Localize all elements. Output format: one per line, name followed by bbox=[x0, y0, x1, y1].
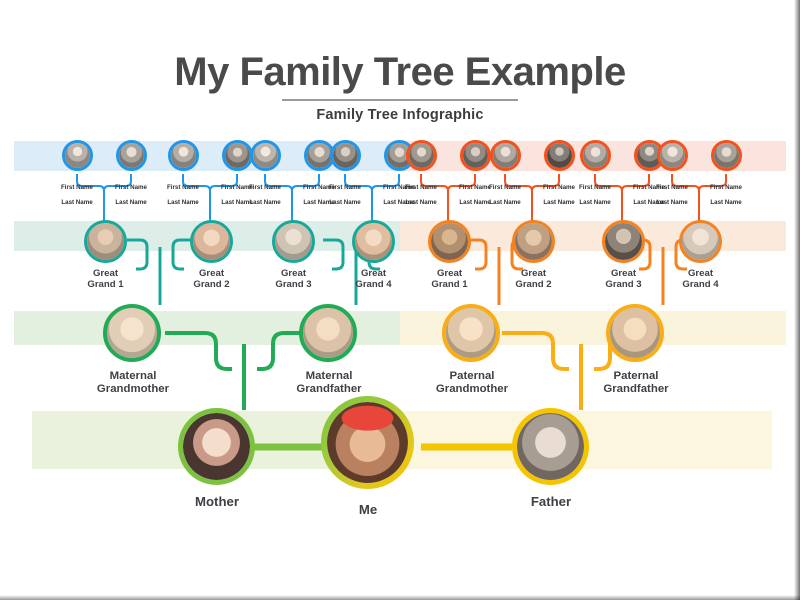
portrait-photo bbox=[547, 143, 572, 168]
avatar bbox=[606, 304, 664, 362]
portrait-photo bbox=[493, 143, 518, 168]
person-label: Great Grand 3 bbox=[275, 268, 312, 291]
portrait-photo bbox=[605, 223, 642, 260]
person-name: First Name Last Name bbox=[710, 183, 742, 207]
portrait-photo bbox=[409, 143, 434, 168]
avatar bbox=[168, 140, 199, 171]
person-label: Great Grand 1 bbox=[431, 268, 468, 291]
person-name: First Name Last Name bbox=[329, 183, 361, 207]
person-label: Mother bbox=[195, 494, 239, 509]
avatar bbox=[406, 140, 437, 171]
portrait-photo bbox=[275, 223, 312, 260]
avatar bbox=[602, 220, 645, 263]
portrait-photo bbox=[253, 143, 278, 168]
avatar bbox=[711, 140, 742, 171]
slide-canvas: My Family Tree Example Family Tree Infog… bbox=[0, 0, 800, 600]
avatar bbox=[62, 140, 93, 171]
person-label: Great Grand 4 bbox=[682, 268, 719, 291]
avatar bbox=[657, 140, 688, 171]
person-label: Father bbox=[530, 494, 572, 509]
person-name: First Name Last Name bbox=[656, 183, 688, 207]
person-label: Paternal Grandfather bbox=[603, 370, 669, 396]
person-label: Great Grand 1 bbox=[87, 268, 124, 291]
page-subtitle: Family Tree Infographic bbox=[316, 107, 484, 123]
title-underline bbox=[282, 99, 518, 101]
portrait-photo bbox=[660, 143, 685, 168]
avatar bbox=[512, 220, 555, 263]
person-name: First Name Last Name bbox=[115, 183, 147, 207]
avatar bbox=[428, 220, 471, 263]
person-name: First Name Last Name bbox=[579, 183, 611, 207]
slide-edge-shadow-bottom bbox=[0, 595, 800, 600]
portrait-photo bbox=[463, 143, 488, 168]
avatar bbox=[190, 220, 233, 263]
portrait-photo bbox=[517, 413, 584, 480]
portrait-photo bbox=[515, 223, 552, 260]
person-name: First Name Last Name bbox=[61, 183, 93, 207]
portrait-photo bbox=[183, 413, 250, 480]
portrait-photo bbox=[65, 143, 90, 168]
person-label: Maternal Grandfather bbox=[296, 370, 362, 396]
portrait-photo bbox=[307, 143, 332, 168]
avatar bbox=[460, 140, 491, 171]
person-name: First Name Last Name bbox=[167, 183, 199, 207]
avatar bbox=[116, 140, 147, 171]
portrait-photo bbox=[107, 308, 157, 358]
person-label: Great Grand 2 bbox=[193, 268, 230, 291]
avatar bbox=[679, 220, 722, 263]
person-label: Maternal Grandmother bbox=[96, 370, 170, 396]
title-block: My Family Tree Example Family Tree Infog… bbox=[0, 52, 800, 123]
avatar bbox=[84, 220, 127, 263]
avatar bbox=[222, 140, 253, 171]
portrait-photo bbox=[171, 143, 196, 168]
avatar bbox=[544, 140, 575, 171]
avatar bbox=[321, 396, 414, 489]
avatar bbox=[352, 220, 395, 263]
person-name: First Name Last Name bbox=[489, 183, 521, 207]
portrait-photo bbox=[583, 143, 608, 168]
slide-edge-shadow-right bbox=[794, 0, 800, 600]
avatar bbox=[512, 408, 589, 485]
portrait-photo bbox=[682, 223, 719, 260]
portrait-photo bbox=[333, 143, 358, 168]
avatar bbox=[178, 408, 255, 485]
page-title: My Family Tree Example bbox=[174, 50, 626, 94]
person-label: Me bbox=[358, 502, 378, 517]
avatar bbox=[580, 140, 611, 171]
avatar bbox=[442, 304, 500, 362]
portrait-photo bbox=[119, 143, 144, 168]
portrait-photo bbox=[355, 223, 392, 260]
portrait-photo bbox=[610, 308, 660, 358]
avatar bbox=[250, 140, 281, 171]
portrait-photo bbox=[714, 143, 739, 168]
portrait-photo bbox=[446, 308, 496, 358]
avatar bbox=[490, 140, 521, 171]
avatar bbox=[272, 220, 315, 263]
person-label: Great Grand 3 bbox=[605, 268, 642, 291]
portrait-photo bbox=[193, 223, 230, 260]
portrait-photo bbox=[431, 223, 468, 260]
avatar bbox=[330, 140, 361, 171]
person-label: Great Grand 2 bbox=[515, 268, 552, 291]
portrait-photo bbox=[87, 223, 124, 260]
band-generation-2 bbox=[14, 221, 786, 251]
portrait-photo bbox=[225, 143, 250, 168]
avatar bbox=[103, 304, 161, 362]
person-label: Paternal Grandmother bbox=[435, 370, 509, 396]
avatar bbox=[299, 304, 357, 362]
person-name: First Name Last Name bbox=[405, 183, 437, 207]
person-label: Great Grand 4 bbox=[355, 268, 392, 291]
portrait-photo bbox=[327, 402, 408, 483]
person-name: First Name Last Name bbox=[249, 183, 281, 207]
portrait-photo bbox=[303, 308, 353, 358]
